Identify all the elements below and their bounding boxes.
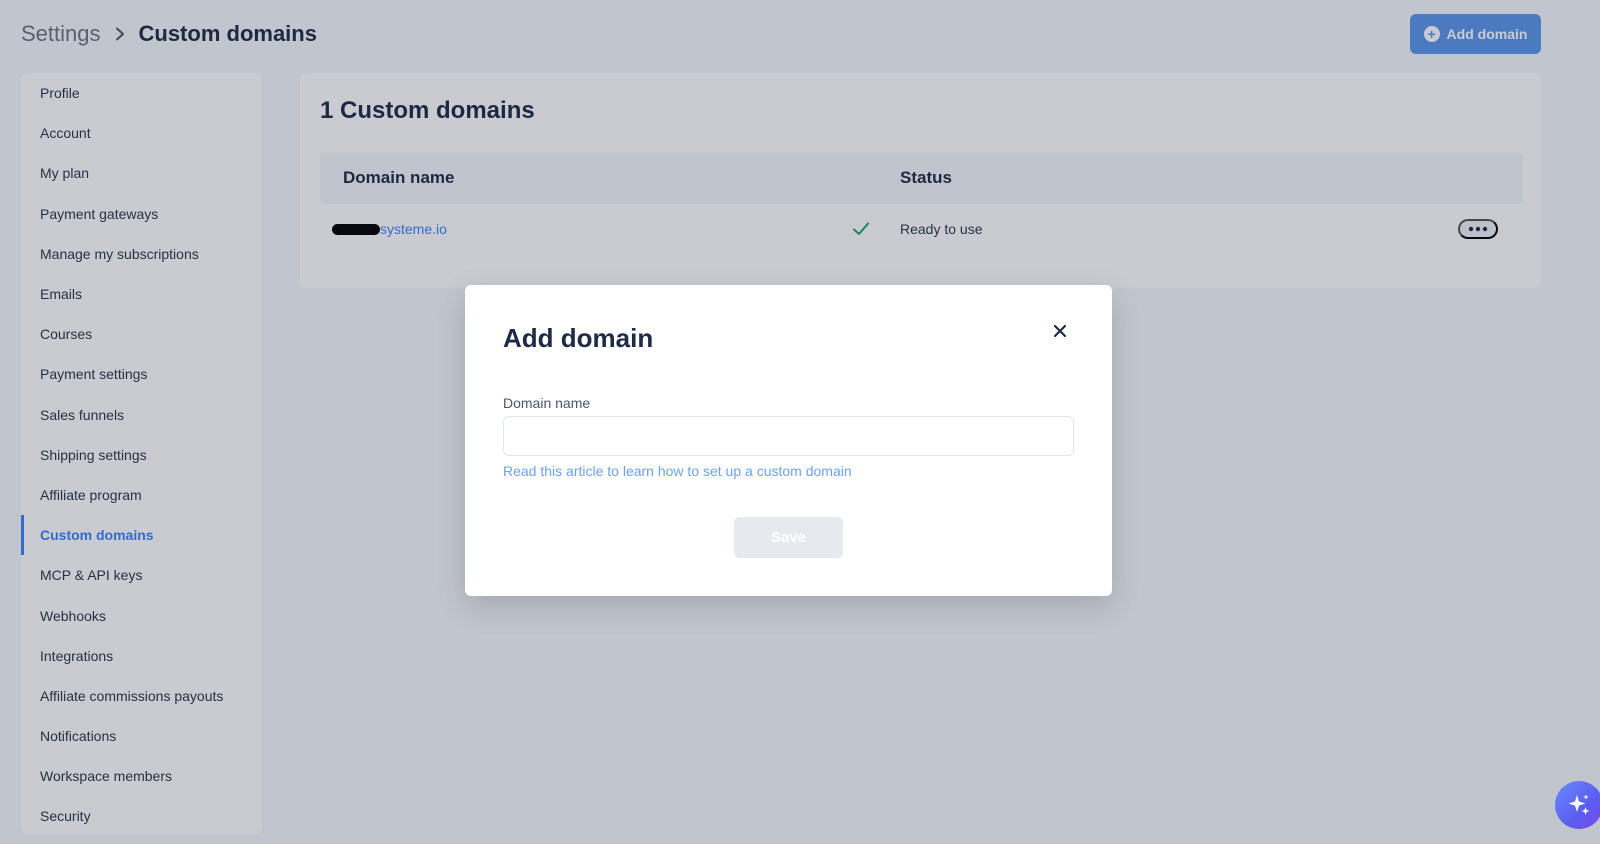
add-domain-modal: Add domain Domain name Read this article…	[465, 285, 1112, 596]
domain-name-label: Domain name	[503, 395, 591, 411]
settings-page: Settings Custom domains + Add domain Pro…	[0, 0, 1600, 844]
help-article-link[interactable]: Read this article to learn how to set up…	[503, 463, 852, 479]
close-icon[interactable]	[1052, 323, 1068, 339]
ai-assistant-button[interactable]	[1555, 781, 1600, 829]
save-button[interactable]: Save	[734, 517, 843, 558]
sparkles-icon	[1568, 794, 1590, 815]
modal-title: Add domain	[503, 323, 654, 353]
domain-name-input[interactable]	[503, 416, 1074, 456]
